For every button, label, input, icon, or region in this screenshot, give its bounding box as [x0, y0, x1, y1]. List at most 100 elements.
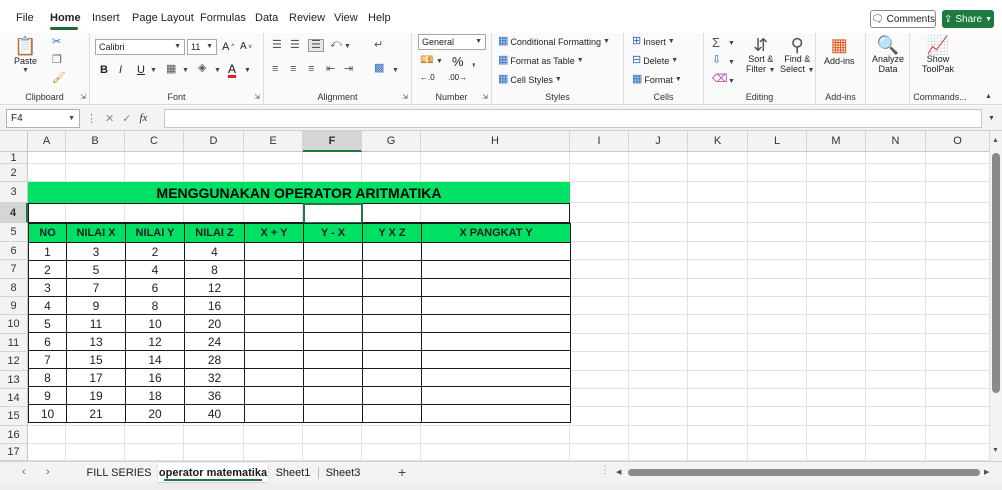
- cell-o15[interactable]: [926, 407, 990, 426]
- chevron-down-icon[interactable]: ▼: [214, 67, 221, 74]
- sheet-tab-fill-series[interactable]: FILL SERIES: [78, 463, 160, 482]
- cell-l16[interactable]: [748, 426, 807, 444]
- cell-j14[interactable]: [629, 389, 688, 407]
- row-header-16[interactable]: 16: [0, 426, 28, 444]
- table-cell[interactable]: 8: [184, 260, 245, 279]
- cell-e16[interactable]: [244, 426, 303, 444]
- grow-font-icon[interactable]: A ^: [222, 41, 234, 53]
- cell-k13[interactable]: [688, 371, 748, 389]
- chevron-down-icon[interactable]: ▼: [392, 67, 399, 74]
- column-header-n[interactable]: N: [866, 131, 926, 152]
- cell-i2[interactable]: [570, 164, 629, 182]
- row-header-4[interactable]: 4: [0, 203, 28, 223]
- percent-icon[interactable]: %: [452, 54, 464, 69]
- cell-d1[interactable]: [184, 152, 244, 164]
- cell-n3[interactable]: [866, 182, 926, 203]
- analyze-data-button[interactable]: 🔍 Analyze Data: [872, 36, 904, 74]
- cell-n12[interactable]: [866, 352, 926, 371]
- cell-a16[interactable]: [28, 426, 66, 444]
- cell-o5[interactable]: [926, 223, 990, 242]
- table-cell[interactable]: [421, 386, 571, 405]
- share-button[interactable]: ⇪ Share ▼: [942, 10, 994, 28]
- scroll-up-icon[interactable]: ▲: [992, 137, 999, 144]
- prev-sheet-icon[interactable]: ‹: [22, 466, 26, 478]
- cell-o4[interactable]: [926, 203, 990, 223]
- cell-n17[interactable]: [866, 444, 926, 461]
- tab-split-handle-icon[interactable]: ⋮: [600, 465, 610, 476]
- table-cell[interactable]: 4: [125, 260, 185, 279]
- table-cell[interactable]: [421, 260, 571, 279]
- cell-m7[interactable]: [807, 260, 866, 279]
- cell-g16[interactable]: [362, 426, 421, 444]
- row-header-7[interactable]: 7: [0, 260, 28, 279]
- cell-m11[interactable]: [807, 334, 866, 352]
- table-cell[interactable]: [362, 332, 422, 351]
- cell-l17[interactable]: [748, 444, 807, 461]
- cell-g2[interactable]: [362, 164, 421, 182]
- cell-g1[interactable]: [362, 152, 421, 164]
- table-cell[interactable]: [303, 296, 363, 315]
- cell-m2[interactable]: [807, 164, 866, 182]
- paste-button[interactable]: 📋 Paste ▼: [14, 37, 37, 74]
- cell-o9[interactable]: [926, 297, 990, 315]
- table-cell[interactable]: 24: [184, 332, 245, 351]
- worksheet-grid[interactable]: ABCDEFGHIJKLMNO 1 2 3 4 5 6 7 8 9 10 11 12 13 14 15 16 1…: [0, 131, 990, 461]
- cell-k11[interactable]: [688, 334, 748, 352]
- table-cell[interactable]: 4: [28, 296, 67, 315]
- table-cell[interactable]: 20: [125, 404, 185, 423]
- row-header-1[interactable]: 1: [0, 152, 28, 164]
- cell-k1[interactable]: [688, 152, 748, 164]
- table-cell[interactable]: 11: [66, 314, 126, 333]
- row-header-5[interactable]: 5: [0, 223, 28, 242]
- table-header-cell[interactable]: NO: [28, 223, 67, 243]
- table-cell[interactable]: [303, 350, 363, 369]
- table-cell[interactable]: [421, 404, 571, 423]
- table-cell[interactable]: 36: [184, 386, 245, 405]
- cell-m8[interactable]: [807, 279, 866, 297]
- cell-k6[interactable]: [688, 242, 748, 260]
- column-header-f[interactable]: F: [303, 131, 362, 152]
- column-header-h[interactable]: H: [421, 131, 570, 152]
- tab-file[interactable]: File: [16, 12, 34, 24]
- cell-j17[interactable]: [629, 444, 688, 461]
- formula-input[interactable]: [164, 109, 982, 128]
- cell-l7[interactable]: [748, 260, 807, 279]
- font-size-select[interactable]: 11 ▼: [187, 39, 217, 55]
- cell-o3[interactable]: [926, 182, 990, 203]
- table-cell[interactable]: [362, 368, 422, 387]
- horizontal-scrollbar[interactable]: ◀ ▶: [614, 466, 992, 479]
- table-cell[interactable]: 3: [28, 278, 67, 297]
- table-header-cell[interactable]: Y X Z: [362, 223, 422, 243]
- cell-n16[interactable]: [866, 426, 926, 444]
- select-all-corner[interactable]: [0, 131, 28, 152]
- table-cell[interactable]: 5: [28, 314, 67, 333]
- borders-icon[interactable]: ▦: [166, 64, 176, 75]
- table-cell[interactable]: 12: [125, 332, 185, 351]
- table-cell[interactable]: 16: [125, 368, 185, 387]
- format-painter-icon[interactable]: 🖌: [52, 73, 66, 84]
- table-cell[interactable]: 4: [184, 242, 245, 261]
- table-cell[interactable]: 19: [66, 386, 126, 405]
- table-cell[interactable]: 15: [66, 350, 126, 369]
- cell-m17[interactable]: [807, 444, 866, 461]
- chevron-down-icon[interactable]: ▼: [182, 67, 189, 74]
- row-header-10[interactable]: 10: [0, 315, 28, 334]
- sheet-title[interactable]: MENGGUNAKAN OPERATOR ARITMATIKA: [28, 182, 570, 203]
- chevron-down-icon[interactable]: ▼: [244, 67, 251, 74]
- scroll-down-icon[interactable]: ▼: [992, 447, 999, 454]
- fill-icon[interactable]: ⇩: [712, 55, 721, 66]
- column-header-k[interactable]: K: [688, 131, 748, 152]
- horizontal-scroll-thumb[interactable]: [628, 469, 980, 476]
- cell-f16[interactable]: [303, 426, 362, 444]
- table-cell[interactable]: 40: [184, 404, 245, 423]
- align-bottom-icon[interactable]: ☰: [308, 39, 324, 52]
- table-cell[interactable]: 8: [28, 368, 67, 387]
- cell-k14[interactable]: [688, 389, 748, 407]
- tab-review[interactable]: Review: [289, 12, 325, 24]
- cell-l15[interactable]: [748, 407, 807, 426]
- cell-i3[interactable]: [570, 182, 629, 203]
- table-cell[interactable]: [244, 296, 304, 315]
- dialog-launcher-icon[interactable]: ⇲: [482, 93, 488, 101]
- cell-l5[interactable]: [748, 223, 807, 242]
- cell-j15[interactable]: [629, 407, 688, 426]
